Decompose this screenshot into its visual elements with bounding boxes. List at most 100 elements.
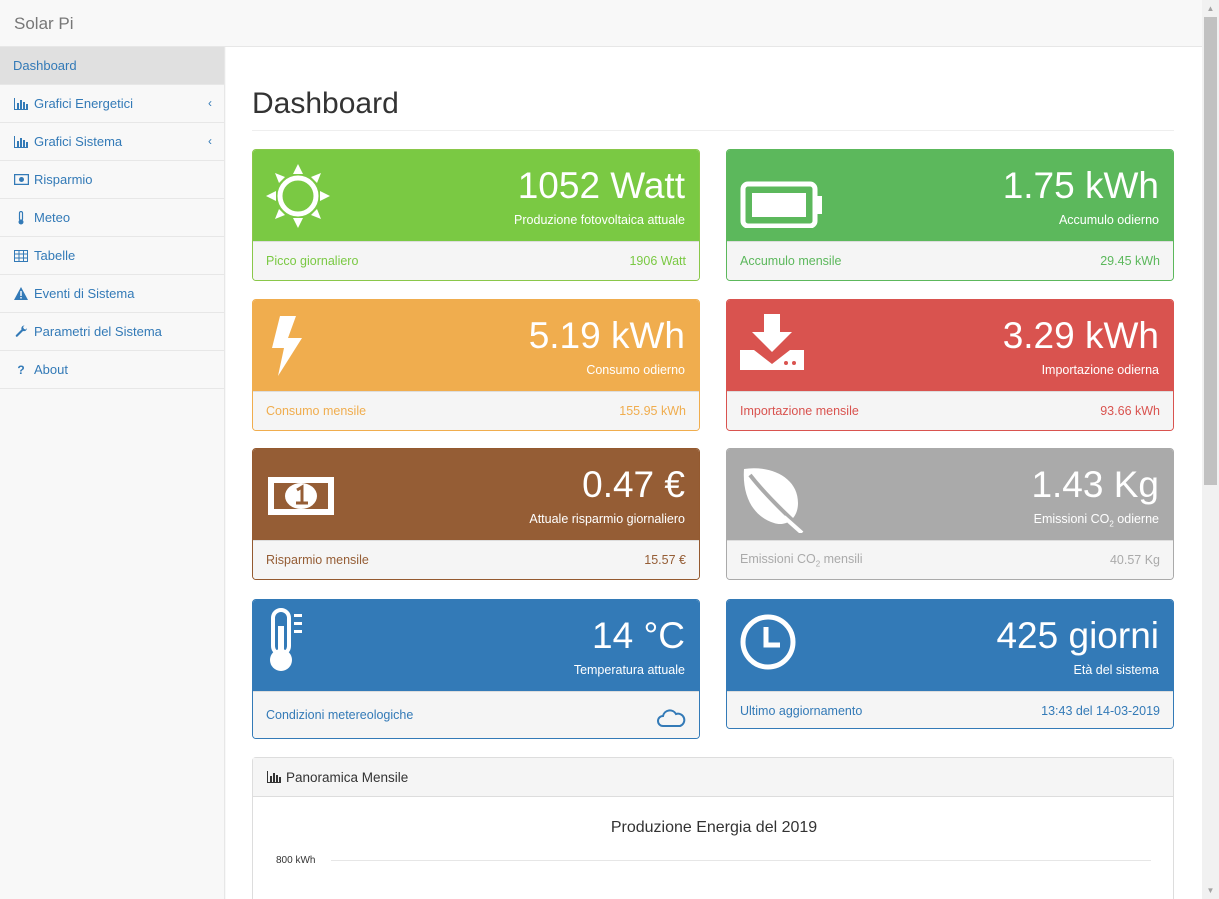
page-title: Dashboard <box>252 87 399 120</box>
battery-icon <box>740 164 824 231</box>
sidebar-item-eventi-di-sistema[interactable]: Eventi di Sistema <box>0 275 224 313</box>
top-navbar: Solar Pi <box>0 0 1202 47</box>
y-axis-tick-label: 800 kWh <box>276 855 316 866</box>
temperature-value: 14 °C <box>592 615 685 656</box>
storage-panel: 1.75 kWh Accumulo odierno Accumulo mensi… <box>726 149 1174 281</box>
sidebar-item-label: Eventi di Sistema <box>34 286 135 301</box>
sidebar-item-tabelle[interactable]: Tabelle <box>0 237 224 275</box>
consumption-label: Consumo odierno <box>586 363 685 377</box>
sidebar-item-meteo[interactable]: Meteo <box>0 199 224 237</box>
footer-label: Condizioni metereologiche <box>266 708 414 722</box>
sidebar-item-label: Grafici Energetici <box>34 96 133 111</box>
emissions-footer[interactable]: Emissioni CO2 mensili 40.57 Kg <box>727 540 1173 579</box>
sidebar-item-label: Meteo <box>34 210 71 225</box>
page-scrollbar[interactable]: ▲ ▼ <box>1202 0 1219 899</box>
scroll-down-arrow-icon[interactable]: ▼ <box>1202 882 1219 899</box>
warning-icon <box>13 287 29 301</box>
sidebar-item-risparmio[interactable]: Risparmio <box>0 161 224 199</box>
production-panel: 1052 Watt Produzione fotovoltaica attual… <box>252 149 700 281</box>
sidebar-item-grafici-energetici[interactable]: Grafici Energetici ‹ <box>0 85 224 123</box>
storage-footer[interactable]: Accumulo mensile 29.45 kWh <box>727 241 1173 280</box>
sun-icon <box>266 164 330 231</box>
import-value: 3.29 kWh <box>1002 315 1159 356</box>
leaf-icon <box>740 463 806 536</box>
footer-label: Emissioni CO2 mensili <box>740 551 863 569</box>
wrench-icon <box>13 325 29 339</box>
system-age-value: 425 giorni <box>996 615 1159 656</box>
production-label: Produzione fotovoltaica attuale <box>514 213 685 227</box>
thermometer-icon <box>266 608 306 677</box>
chart-gridline <box>331 860 1151 861</box>
weather-panel: 14 °C Temperatura attuale Condizioni met… <box>252 599 700 739</box>
chart-title: Produzione Energia del 2019 <box>610 819 818 836</box>
savings-footer[interactable]: Risparmio mensile 15.57 € <box>253 540 699 579</box>
footer-label: Accumulo mensile <box>740 254 842 268</box>
footer-value: 155.95 kWh <box>619 404 686 418</box>
money-icon <box>266 463 336 530</box>
question-icon: ? <box>17 362 25 377</box>
footer-label: Risparmio mensile <box>266 553 369 567</box>
thermometer-icon <box>13 210 29 225</box>
emissions-value: 1.43 Kg <box>1031 464 1159 505</box>
consumption-footer[interactable]: Consumo mensile 155.95 kWh <box>253 391 699 430</box>
savings-value: 0.47 € <box>582 464 685 505</box>
title-divider <box>252 130 1174 131</box>
sidebar: Dashboard Grafici Energetici ‹ Grafici S… <box>0 47 225 899</box>
footer-label: Ultimo aggiornamento <box>740 704 863 718</box>
money-icon <box>13 173 29 187</box>
storage-value: 1.75 kWh <box>1002 165 1159 206</box>
footer-label: Picco giornaliero <box>266 254 359 268</box>
emissions-panel: 1.43 Kg Emissioni CO2 odierne Emissioni … <box>726 448 1174 580</box>
monthly-overview-header: Panoramica Mensile <box>253 758 1173 797</box>
footer-value: 93.66 kWh <box>1100 404 1160 418</box>
sidebar-item-label: Risparmio <box>34 172 93 187</box>
savings-label: Attuale risparmio giornaliero <box>529 512 685 526</box>
import-footer[interactable]: Importazione mensile 93.66 kWh <box>727 391 1173 430</box>
sidebar-item-grafici-sistema[interactable]: Grafici Sistema ‹ <box>0 123 224 161</box>
emissions-label: Emissioni CO2 odierne <box>1033 512 1159 529</box>
system-age-panel: 425 giorni Età del sistema Ultimo aggior… <box>726 599 1174 729</box>
sidebar-item-about[interactable]: ? About <box>0 351 224 389</box>
sidebar-item-label: About <box>34 362 68 377</box>
import-panel: 3.29 kWh Importazione odierna Importazio… <box>726 299 1174 431</box>
bolt-icon <box>266 314 306 381</box>
table-icon <box>13 249 29 263</box>
sidebar-item-parametri-del-sistema[interactable]: Parametri del Sistema <box>0 313 224 351</box>
sidebar-item-label: Parametri del Sistema <box>34 324 162 339</box>
footer-label: Importazione mensile <box>740 404 859 418</box>
storage-label: Accumulo odierno <box>1058 213 1159 227</box>
scroll-up-arrow-icon[interactable]: ▲ <box>1202 0 1219 17</box>
sidebar-item-dashboard[interactable]: Dashboard <box>0 47 224 85</box>
monthly-overview-panel: Panoramica Mensile Produzione Energia de… <box>252 757 1174 899</box>
clock-icon <box>740 614 796 673</box>
system-age-label: Età del sistema <box>1073 663 1159 677</box>
temperature-label: Temperatura attuale <box>573 663 685 677</box>
sidebar-item-label: Tabelle <box>34 248 76 263</box>
chevron-left-icon: ‹ <box>208 96 212 110</box>
sidebar-item-label: Grafici Sistema <box>34 134 123 149</box>
production-footer[interactable]: Picco giornaliero 1906 Watt <box>253 241 699 280</box>
footer-value: 40.57 Kg <box>1109 553 1160 567</box>
last-update-footer[interactable]: Ultimo aggiornamento 13:43 del 14-03-201… <box>727 691 1173 728</box>
sidebar-item-label: Dashboard <box>13 58 77 73</box>
bar-chart-icon <box>13 97 29 111</box>
footer-value: 13:43 del 14-03-2019 <box>1041 704 1160 718</box>
footer-label: Consumo mensile <box>266 404 367 418</box>
savings-panel: 0.47 € Attuale risparmio giornaliero Ris… <box>252 448 700 580</box>
footer-value: 29.45 kWh <box>1100 254 1160 268</box>
main-content: Dashboard 1052 Watt Produzione fotovolta… <box>226 47 1202 899</box>
download-icon <box>740 314 804 381</box>
bar-chart-icon <box>267 771 281 783</box>
import-label: Importazione odierna <box>1041 363 1159 377</box>
bar-chart-icon <box>13 135 29 149</box>
cloud-icon <box>656 708 686 731</box>
production-value: 1052 Watt <box>517 165 685 206</box>
weather-footer[interactable]: Condizioni metereologiche <box>253 691 699 738</box>
scrollbar-thumb[interactable] <box>1204 17 1217 485</box>
consumption-panel: 5.19 kWh Consumo odierno Consumo mensile… <box>252 299 700 431</box>
brand-title[interactable]: Solar Pi <box>14 14 74 34</box>
footer-value: 1906 Watt <box>629 254 686 268</box>
footer-value: 15.57 € <box>644 553 686 567</box>
monthly-overview-title: Panoramica Mensile <box>286 769 409 785</box>
chevron-left-icon: ‹ <box>208 134 212 148</box>
